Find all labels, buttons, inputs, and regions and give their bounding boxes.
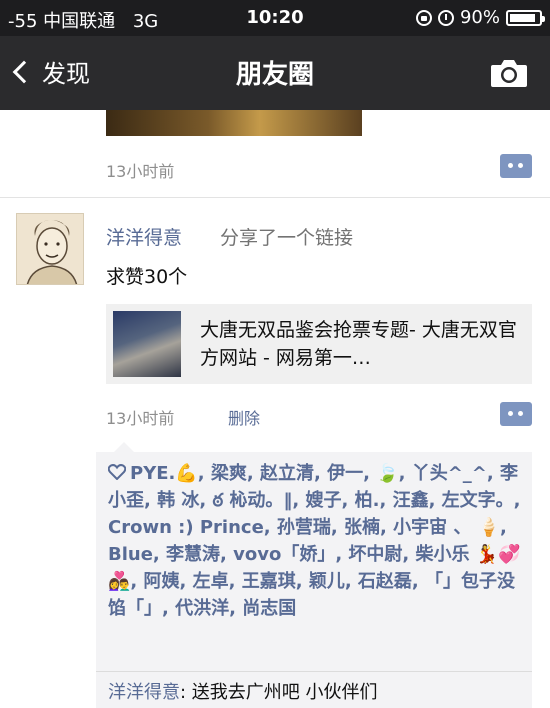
post-author[interactable]: 洋洋得意: [106, 223, 182, 250]
delete-button[interactable]: 删除: [228, 405, 260, 429]
previous-post-time: 13小时前: [106, 162, 175, 181]
moments-feed[interactable]: 13小时前 洋洋得意 分享了一个链接 求赞30个 大唐无双品鉴会抢票专题- 大唐…: [0, 110, 550, 708]
comment-author[interactable]: 洋洋得意: [108, 682, 180, 703]
status-right: 90%: [415, 7, 545, 28]
post-text: 求赞30个: [106, 266, 188, 288]
camera-icon[interactable]: [490, 58, 528, 88]
likes-divider: [96, 671, 532, 672]
comment-button[interactable]: [500, 402, 532, 426]
comment-text: 送我去广州吧 小伙伴们: [191, 682, 378, 703]
shared-link-card[interactable]: 大唐无双品鉴会抢票专题- 大唐无双官方网站 - 网易第一…: [106, 304, 532, 384]
comment-separator: :: [180, 682, 192, 703]
battery-percent: 90%: [459, 7, 500, 28]
link-title: 大唐无双品鉴会抢票专题- 大唐无双官方网站 - 网易第一…: [200, 319, 517, 369]
heart-icon: [108, 464, 126, 480]
avatar[interactable]: [16, 213, 84, 285]
comment-button-previous[interactable]: [500, 154, 532, 178]
link-thumbnail: [113, 311, 181, 377]
likes-list[interactable]: PYE.💪, 梁爽, 赵立清, 伊一, 🍃, 丫头^_^, 李小歪, 韩 冰, …: [108, 460, 524, 622]
post-divider: [0, 197, 550, 198]
comment-row[interactable]: 洋洋得意: 送我去广州吧 小伙伴们: [108, 678, 378, 704]
avatar-sketch-icon: [26, 220, 78, 284]
rotation-lock-icon: [415, 9, 432, 26]
page-title: 朋友圈: [235, 60, 314, 90]
alarm-icon: [437, 9, 454, 26]
previous-post-image[interactable]: [106, 110, 362, 136]
battery-icon: [506, 9, 545, 26]
likes-comments-box: PYE.💪, 梁爽, 赵立清, 伊一, 🍃, 丫头^_^, 李小歪, 韩 冰, …: [96, 442, 532, 708]
status-bar: -55 中国联通 3G 10:20 90%: [0, 0, 550, 36]
post-time: 13小时前: [106, 409, 175, 428]
shared-link-label: 分享了一个链接: [220, 227, 354, 249]
nav-bar: 发现 朋友圈: [0, 36, 550, 110]
likes-names[interactable]: PYE.💪, 梁爽, 赵立清, 伊一, 🍃, 丫头^_^, 李小歪, 韩 冰, …: [108, 463, 521, 619]
